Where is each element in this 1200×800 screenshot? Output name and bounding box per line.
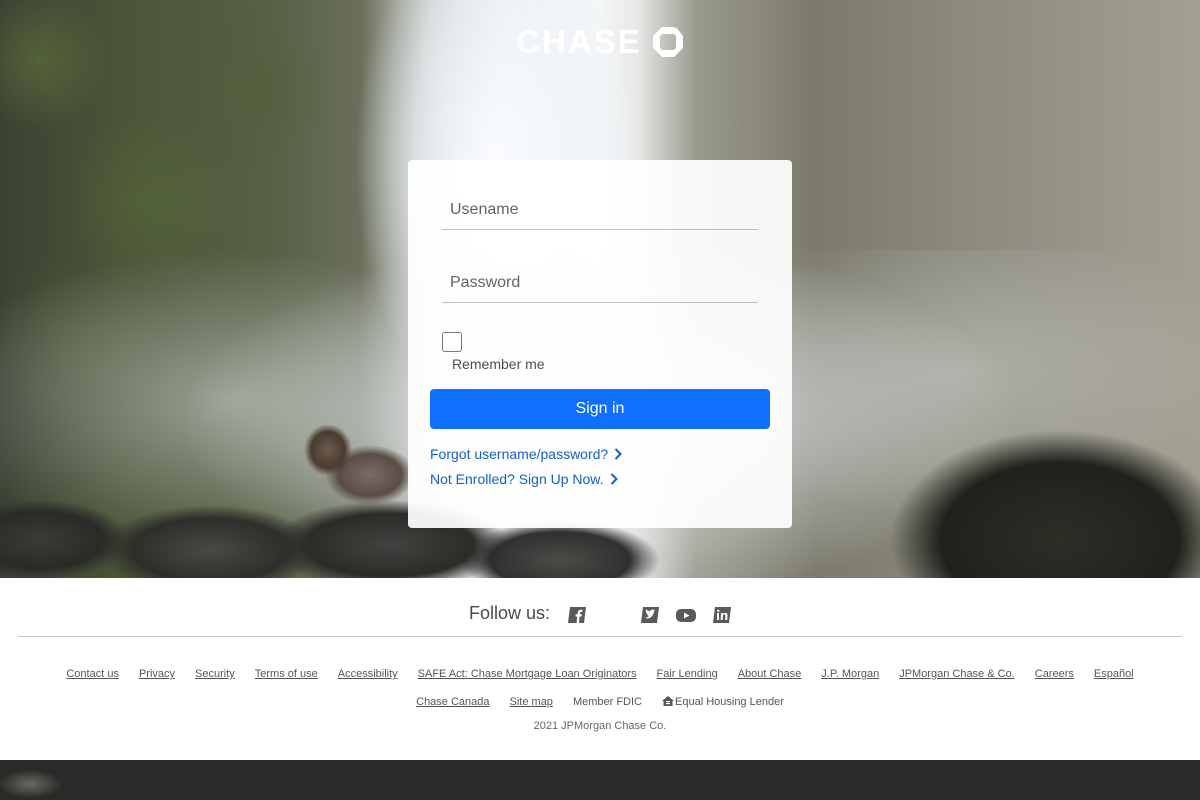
- footer-divider: [18, 636, 1182, 637]
- password-field[interactable]: [442, 263, 758, 303]
- footer: Follow us: Contact us Privacy Security T…: [0, 578, 1200, 760]
- footer-link-site-map[interactable]: Site map: [510, 696, 553, 708]
- logo-text: CHASE: [516, 23, 642, 60]
- footer-link-careers[interactable]: Careers: [1035, 668, 1074, 680]
- username-field[interactable]: [442, 190, 758, 230]
- chevron-right-icon: [614, 448, 623, 460]
- password-input[interactable]: [442, 263, 758, 302]
- follow-us-label: Follow us:: [469, 603, 551, 623]
- youtube-icon[interactable]: [675, 606, 697, 624]
- footer-links-row-2: Chase Canada Site map Member FDIC Equal …: [0, 696, 1200, 708]
- footer-link-security[interactable]: Security: [195, 668, 235, 680]
- chevron-right-icon: [610, 473, 618, 485]
- equal-housing-icon: [662, 696, 674, 706]
- footer-link-fair-lending[interactable]: Fair Lending: [657, 668, 718, 680]
- remember-me-label[interactable]: Remember me: [452, 356, 545, 372]
- rocks-right: [820, 420, 1200, 578]
- footer-link-about-chase[interactable]: About Chase: [738, 668, 802, 680]
- login-card: Remember me Sign in Forgot username/pass…: [408, 160, 792, 528]
- footer-link-espanol[interactable]: Español: [1094, 668, 1134, 680]
- enroll-link[interactable]: Not Enrolled? Sign Up Now.: [430, 471, 618, 487]
- chase-logo[interactable]: CHASE: [0, 22, 1200, 62]
- facebook-icon[interactable]: [566, 606, 588, 624]
- footer-link-terms[interactable]: Terms of use: [255, 668, 318, 680]
- footer-link-safe-act[interactable]: SAFE Act: Chase Mortgage Loan Originator…: [418, 668, 637, 680]
- background-pebbles: [0, 760, 1200, 800]
- footer-link-jp-morgan[interactable]: J.P. Morgan: [821, 668, 879, 680]
- footer-links-row-1: Contact us Privacy Security Terms of use…: [0, 668, 1200, 680]
- forgot-credentials-link[interactable]: Forgot username/password?: [430, 446, 623, 462]
- username-input[interactable]: [442, 190, 758, 229]
- footer-link-accessibility[interactable]: Accessibility: [338, 668, 398, 680]
- remember-me-checkbox[interactable]: [442, 332, 462, 352]
- footer-link-contact-us[interactable]: Contact us: [66, 668, 119, 680]
- twitter-icon[interactable]: [639, 606, 661, 624]
- member-fdic-text: Member FDIC: [572, 696, 642, 708]
- chase-octagon-icon: [652, 27, 683, 57]
- footer-link-jpmorgan-chase[interactable]: JPMorgan Chase & Co.: [899, 668, 1015, 680]
- sign-in-button[interactable]: Sign in: [430, 389, 770, 429]
- footer-link-chase-canada[interactable]: Chase Canada: [416, 696, 489, 708]
- equal-housing-text: Equal Housing Lender: [675, 696, 784, 708]
- enroll-link-label[interactable]: Not Enrolled? Sign Up Now.: [430, 471, 604, 487]
- forgot-link-label[interactable]: Forgot username/password?: [430, 446, 608, 462]
- linkedin-icon[interactable]: [711, 606, 733, 624]
- footer-link-privacy[interactable]: Privacy: [139, 668, 175, 680]
- equal-housing-lender: Equal Housing Lender: [662, 696, 784, 708]
- copyright-text: 2021 JPMorgan Chase Co.: [533, 720, 667, 732]
